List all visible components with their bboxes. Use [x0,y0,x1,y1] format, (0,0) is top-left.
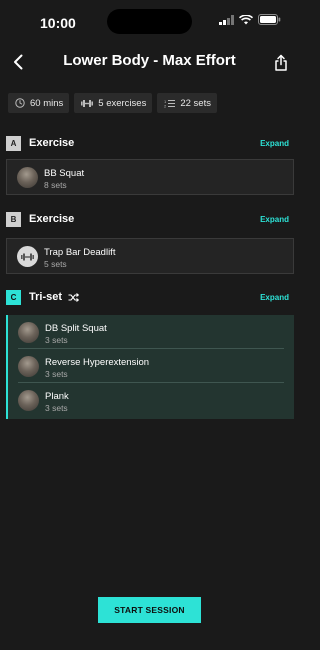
exercise-sets: 8 sets [44,180,67,190]
exercise-name: Reverse Hyperextension [45,357,150,368]
dumbbell-icon [21,253,34,260]
exercises-label: 5 exercises [98,97,147,109]
exercise-thumbnail [18,356,39,377]
dynamic-island [107,9,192,34]
exercise-name: DB Split Squat [45,323,107,334]
wifi-icon [239,14,253,24]
cellular-signal-icon [219,14,234,25]
clock-icon [15,98,25,108]
summary-chips: 60 mins 5 exercises 12 22 sets [8,93,217,113]
section-b: B Exercise Expand [0,212,299,228]
triset-card[interactable]: DB Split Squat 3 sets Reverse Hyperexten… [6,315,294,419]
exercise-thumbnail [18,322,39,343]
list-item[interactable]: BB Squat 8 sets [7,160,293,194]
duration-chip: 60 mins [8,93,70,113]
section-title: Exercise [29,137,75,149]
list-item[interactable]: DB Split Squat 3 sets [8,315,294,349]
page-title: Lower Body - Max Effort [63,52,236,69]
exercise-thumbnail [17,167,38,188]
section-title: Exercise [29,213,75,225]
section-letter-badge: B [6,212,21,227]
section-b-header: B Exercise Expand [0,212,299,228]
start-session-button[interactable]: START SESSION [98,597,201,623]
exercise-thumbnail [17,246,38,267]
status-bar: 10:00 [0,0,299,44]
section-a-header: A Exercise Expand [0,136,299,152]
duration-label: 60 mins [30,97,64,109]
list-item[interactable]: Reverse Hyperextension 3 sets [8,349,294,383]
dumbbell-icon [81,99,94,107]
exercises-chip: 5 exercises [74,93,153,113]
exercise-name: Trap Bar Deadlift [44,247,116,258]
sets-chip: 12 22 sets [157,93,217,113]
status-time: 10:00 [40,15,76,31]
battery-icon [258,14,281,25]
list-item[interactable]: Trap Bar Deadlift 5 sets [7,239,293,273]
section-title: Tri-set [29,291,80,303]
expand-button[interactable]: Expand [260,139,289,148]
exercise-sets: 3 sets [45,335,68,345]
exercise-sets: 3 sets [45,369,68,379]
exercise-card[interactable]: BB Squat 8 sets [6,159,294,195]
list-icon: 12 [164,99,176,108]
svg-text:2: 2 [164,103,167,108]
nav-header: Lower Body - Max Effort [0,44,299,80]
exercise-name: Plank [45,391,69,402]
status-icons [219,14,281,25]
sets-label: 22 sets [180,97,211,109]
exercise-sets: 3 sets [45,403,68,413]
share-icon [275,54,287,71]
section-c-header: C Tri-set Expand [0,290,299,306]
exercise-thumbnail [18,390,39,411]
expand-button[interactable]: Expand [260,293,289,302]
section-letter-badge: A [6,136,21,151]
exercise-name: BB Squat [44,168,85,179]
list-item[interactable]: Plank 3 sets [8,383,294,417]
exercise-sets: 5 sets [44,259,67,269]
section-letter-badge: C [6,290,21,305]
section-a: A Exercise Expand [0,136,299,152]
share-button[interactable] [271,51,291,73]
expand-button[interactable]: Expand [260,215,289,224]
exercise-card[interactable]: Trap Bar Deadlift 5 sets [6,238,294,274]
section-c: C Tri-set Expand [0,290,299,306]
shuffle-icon [68,292,80,302]
